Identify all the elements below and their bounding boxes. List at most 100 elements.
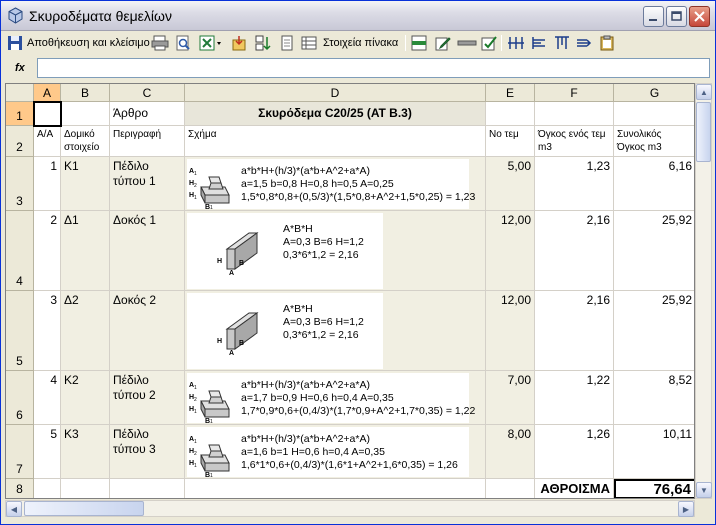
cell-f2[interactable]: Όγκος ενός τεμ m3 xyxy=(535,126,614,157)
sort-button[interactable] xyxy=(255,34,271,52)
column-header-g[interactable]: G xyxy=(614,84,694,102)
column-header-b[interactable]: B xyxy=(61,84,110,102)
row-header-4[interactable]: 4 xyxy=(6,211,34,291)
cell-b1[interactable] xyxy=(61,102,110,126)
title-bar[interactable]: Σκυροδέματα θεμελίων xyxy=(1,1,715,31)
cell-e8[interactable] xyxy=(486,479,535,498)
delete-row-button[interactable] xyxy=(457,34,477,52)
cell-d1[interactable]: Σκυρόδεμα C20/25 (ΑΤ Β.3) xyxy=(185,102,486,126)
row-header-8[interactable]: 8 xyxy=(6,479,34,498)
cell-f8[interactable]: ΑΘΡΟΙΣΜΑ xyxy=(535,479,614,498)
cell-a6[interactable]: 4 xyxy=(34,371,61,425)
cell-d8[interactable] xyxy=(185,479,486,498)
close-icon xyxy=(694,11,705,22)
cell-b5[interactable]: Δ2 xyxy=(61,291,110,371)
cell-f5[interactable]: 2,16 xyxy=(535,291,614,371)
align-right-button[interactable] xyxy=(575,34,593,52)
horizontal-scroll-thumb[interactable] xyxy=(24,501,144,516)
cell-e6[interactable]: 7,00 xyxy=(486,371,535,425)
cell-a8[interactable] xyxy=(34,479,61,498)
cell-e4[interactable]: 12,00 xyxy=(486,211,535,291)
row-header-1[interactable]: 1 xyxy=(6,102,34,126)
print-button[interactable] xyxy=(151,34,169,52)
cell-f3[interactable]: 1,23 xyxy=(535,157,614,211)
edit-button[interactable] xyxy=(435,34,451,52)
svg-text:1: 1 xyxy=(194,409,197,415)
cell-e2[interactable]: Νο τεμ xyxy=(486,126,535,157)
table-settings-button[interactable]: Στοιχεία πίνακα xyxy=(301,34,398,52)
close-button[interactable] xyxy=(689,6,710,27)
cell-a7[interactable]: 5 xyxy=(34,425,61,479)
cell-a2[interactable]: Α/Α xyxy=(34,126,61,157)
cell-g7[interactable]: 10,11 xyxy=(614,425,694,479)
column-header-f[interactable]: F xyxy=(535,84,614,102)
svg-text:1: 1 xyxy=(194,463,197,469)
cell-c4[interactable]: Δοκός 1 xyxy=(110,211,185,291)
scroll-down-button[interactable]: ▼ xyxy=(696,482,712,498)
column-header-c[interactable]: C xyxy=(110,84,185,102)
vertical-scroll-thumb[interactable] xyxy=(696,102,711,162)
print-preview-button[interactable] xyxy=(175,34,191,52)
save-close-button[interactable]: Αποθήκευση και κλείσιμο xyxy=(7,34,150,52)
excel-export-button[interactable] xyxy=(199,34,223,52)
cell-g6[interactable]: 8,52 xyxy=(614,371,694,425)
cell-a5[interactable]: 3 xyxy=(34,291,61,371)
cell-a4[interactable]: 2 xyxy=(34,211,61,291)
cell-b4[interactable]: Δ1 xyxy=(61,211,110,291)
select-all-corner[interactable] xyxy=(6,84,34,102)
cell-c8[interactable] xyxy=(110,479,185,498)
row-header-5[interactable]: 5 xyxy=(6,291,34,371)
import-button[interactable] xyxy=(231,34,247,52)
maximize-button[interactable] xyxy=(666,6,687,27)
cell-d2[interactable]: Σχήμα xyxy=(185,126,486,157)
clipboard-button[interactable] xyxy=(599,34,615,52)
horizontal-scrollbar[interactable]: ◀ ▶ xyxy=(5,500,695,517)
row-header-3[interactable]: 3 xyxy=(6,157,34,211)
align-top-button[interactable] xyxy=(553,34,571,52)
vertical-scrollbar[interactable]: ▲ ▼ xyxy=(695,83,712,499)
cell-e1[interactable] xyxy=(486,102,535,126)
column-header-d[interactable]: D xyxy=(185,84,486,102)
cell-b2[interactable]: Δομικό στοιχείο xyxy=(61,126,110,157)
cell-b7[interactable]: Κ3 xyxy=(61,425,110,479)
align-left-button[interactable] xyxy=(531,34,549,52)
cell-f1[interactable] xyxy=(535,102,614,126)
cell-a3[interactable]: 1 xyxy=(34,157,61,211)
column-header-e[interactable]: E xyxy=(486,84,535,102)
cell-c7[interactable]: Πέδιλο τύπου 3 xyxy=(110,425,185,479)
cell-g2[interactable]: Συνολικός Όγκος m3 xyxy=(614,126,694,157)
cell-e3[interactable]: 5,00 xyxy=(486,157,535,211)
cell-f7[interactable]: 1,26 xyxy=(535,425,614,479)
scroll-up-button[interactable]: ▲ xyxy=(696,84,712,100)
cell-c5[interactable]: Δοκός 2 xyxy=(110,291,185,371)
cell-c1[interactable]: Άρθρο xyxy=(110,102,185,126)
cell-c2[interactable]: Περιγραφή xyxy=(110,126,185,157)
formula-input[interactable] xyxy=(37,58,710,78)
cell-g5[interactable]: 25,92 xyxy=(614,291,694,371)
cell-g3[interactable]: 6,16 xyxy=(614,157,694,211)
cell-g1[interactable] xyxy=(614,102,694,126)
cell-g8[interactable]: 76,64 xyxy=(614,479,694,498)
cell-e7[interactable]: 8,00 xyxy=(486,425,535,479)
row-header-6[interactable]: 6 xyxy=(6,371,34,425)
page-button[interactable] xyxy=(279,34,295,52)
cell-e5[interactable]: 12,00 xyxy=(486,291,535,371)
arrow-right-lines-icon xyxy=(577,39,592,47)
scroll-right-button[interactable]: ▶ xyxy=(678,501,694,517)
row-header-7[interactable]: 7 xyxy=(6,425,34,479)
insert-row-button[interactable] xyxy=(411,34,427,52)
cell-b3[interactable]: Κ1 xyxy=(61,157,110,211)
cell-f6[interactable]: 1,22 xyxy=(535,371,614,425)
cell-c6[interactable]: Πέδιλο τύπου 2 xyxy=(110,371,185,425)
row-header-2[interactable]: 2 xyxy=(6,126,34,157)
scroll-left-button[interactable]: ◀ xyxy=(6,501,22,517)
cell-b8[interactable] xyxy=(61,479,110,498)
cell-g4[interactable]: 25,92 xyxy=(614,211,694,291)
cell-f4[interactable]: 2,16 xyxy=(535,211,614,291)
cell-c3[interactable]: Πέδιλο τύπου 1 xyxy=(110,157,185,211)
cell-b6[interactable]: Κ2 xyxy=(61,371,110,425)
align-columns-button[interactable] xyxy=(507,34,525,52)
minimize-button[interactable] xyxy=(643,6,664,27)
column-header-a[interactable]: A xyxy=(34,84,61,102)
check-button[interactable] xyxy=(481,34,497,52)
